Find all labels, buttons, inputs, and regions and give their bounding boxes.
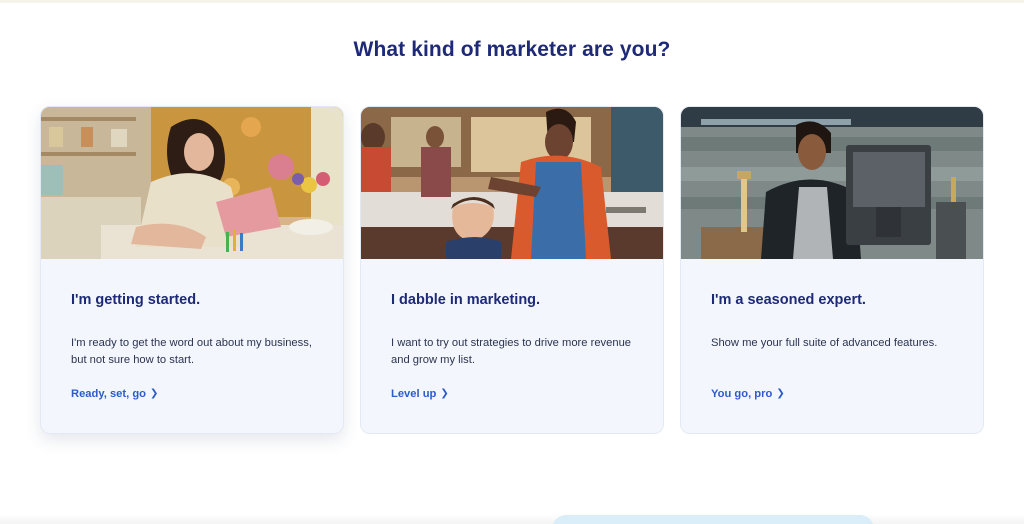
section-heading: What kind of marketer are you?	[353, 38, 671, 61]
chevron-right-icon: ❯	[150, 388, 159, 399]
card-photo-barber	[361, 107, 663, 259]
card-description: I want to try out strategies to drive mo…	[391, 337, 632, 366]
card-photo-woman-laptop	[41, 107, 343, 259]
card-title: I dabble in marketing.	[391, 292, 541, 308]
card-getting-started[interactable]: I'm getting started. I'm ready to get th…	[40, 106, 344, 434]
level-up-link[interactable]: Level up ❯	[391, 388, 633, 400]
link-label: You go, pro	[711, 388, 773, 400]
top-strip	[0, 0, 1024, 3]
card-dabble-marketing[interactable]: I dabble in marketing. I want to try out…	[360, 106, 664, 434]
card-title: I'm getting started.	[71, 292, 201, 308]
next-section-pill	[552, 515, 874, 524]
card-title: I'm a seasoned expert.	[711, 292, 866, 308]
you-go-pro-link[interactable]: You go, pro ❯	[711, 388, 953, 400]
card-description: Show me your full suite of advanced feat…	[711, 337, 938, 349]
card-description: I'm ready to get the word out about my b…	[71, 337, 312, 366]
link-label: Level up	[391, 388, 437, 400]
chevron-right-icon: ❯	[440, 388, 449, 399]
card-photo-woman-computer	[681, 107, 983, 259]
link-label: Ready, set, go	[71, 388, 147, 400]
ready-set-go-link[interactable]: Ready, set, go ❯	[71, 388, 313, 400]
card-seasoned-expert[interactable]: I'm a seasoned expert. Show me your full…	[680, 106, 984, 434]
chevron-right-icon: ❯	[776, 388, 785, 399]
